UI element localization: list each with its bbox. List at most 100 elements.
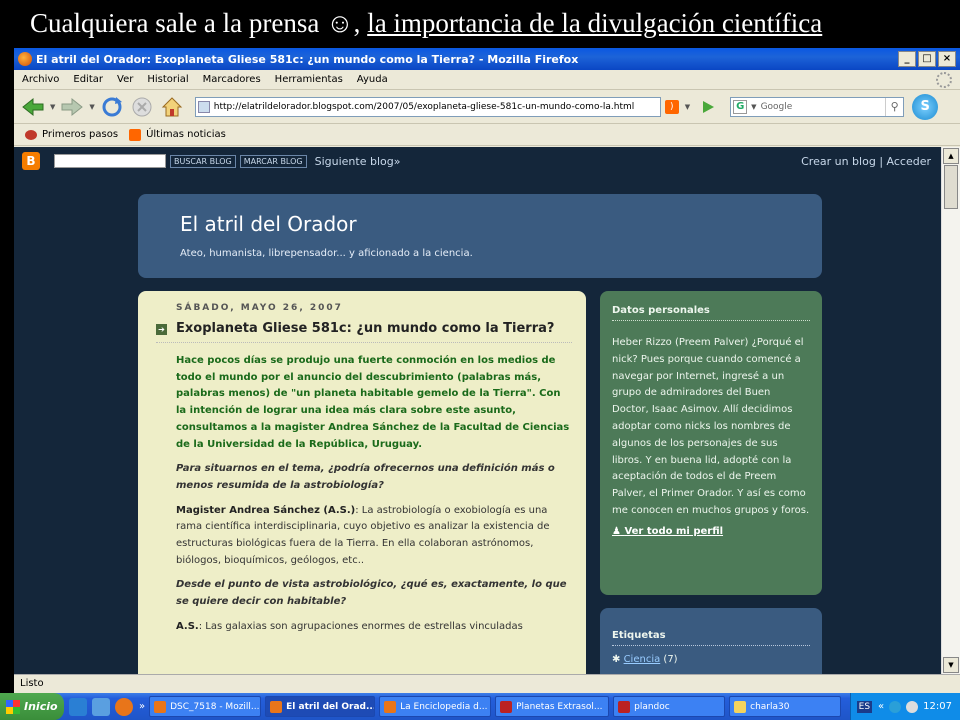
engine-dropdown-icon[interactable]: ▼ bbox=[751, 103, 756, 111]
task-enciclopedia[interactable]: La Enciclopedia d... bbox=[379, 696, 492, 717]
rss-bookmark-icon bbox=[129, 128, 142, 141]
menu-archivo[interactable]: Archivo bbox=[22, 74, 59, 85]
volume-tray-icon[interactable] bbox=[906, 700, 919, 713]
flag-blog-button[interactable]: MARCAR BLOG bbox=[239, 154, 307, 168]
reload-button[interactable] bbox=[99, 94, 125, 120]
bookmark-ultimas-noticias[interactable]: Últimas noticias bbox=[128, 128, 226, 141]
labels-widget: Etiquetas ✱ Ciencia (7) bbox=[600, 608, 822, 674]
google-engine-icon[interactable]: G bbox=[733, 99, 748, 114]
firefox-task-icon bbox=[154, 700, 167, 713]
home-icon bbox=[161, 96, 182, 116]
search-blog-button[interactable]: BUSCAR BLOG bbox=[170, 154, 236, 168]
answer-2: A.S.: Las galaxias son agrupaciones enor… bbox=[176, 619, 572, 636]
url-dropdown-icon[interactable]: ▼ bbox=[685, 103, 690, 111]
post-column: SÁBADO, MAYO 26, 2007 ➔ Exoplaneta Gliese… bbox=[138, 291, 586, 674]
page-content: B BUSCAR BLOG MARCAR BLOG Siguiente blog… bbox=[14, 147, 941, 674]
rss-feed-icon[interactable]: ) bbox=[664, 99, 679, 114]
close-button[interactable]: × bbox=[938, 51, 956, 67]
blog-search-input[interactable] bbox=[54, 154, 166, 168]
reload-icon bbox=[102, 96, 122, 116]
menu-ayuda[interactable]: Ayuda bbox=[357, 74, 388, 85]
url-text: http://elatrildelorador.blogspot.com/200… bbox=[213, 101, 635, 112]
back-dropdown-icon[interactable]: ▼ bbox=[50, 103, 55, 111]
back-arrow-icon bbox=[22, 97, 44, 116]
url-bar[interactable]: http://elatrildelorador.blogspot.com/200… bbox=[194, 96, 661, 117]
firefox-quicklaunch-icon[interactable] bbox=[115, 697, 133, 716]
menu-historial[interactable]: Historial bbox=[147, 74, 188, 85]
page-favicon-icon bbox=[197, 100, 210, 113]
labels-title: Etiquetas bbox=[612, 630, 810, 646]
search-box[interactable]: G ▼ Google ⚲ bbox=[730, 96, 905, 117]
ie-quicklaunch-icon[interactable] bbox=[69, 697, 87, 716]
blog-description: Ateo, humanista, librepensador... y afic… bbox=[180, 248, 473, 259]
back-button[interactable] bbox=[20, 94, 46, 120]
view-profile-label: Ver todo mi perfil bbox=[624, 525, 724, 537]
forward-button[interactable] bbox=[59, 94, 85, 120]
person-icon: ♟ bbox=[612, 525, 621, 537]
document-task-icon bbox=[500, 700, 513, 713]
label-link-ciencia[interactable]: Ciencia bbox=[624, 654, 661, 665]
search-magnifier-icon[interactable]: ⚲ bbox=[885, 97, 903, 116]
post-title-text: Exoplaneta Gliese 581c: ¿un mundo como l… bbox=[176, 321, 555, 336]
skype-tray-icon[interactable] bbox=[889, 700, 902, 713]
login-link[interactable]: Acceder bbox=[887, 155, 931, 168]
throbber-icon bbox=[936, 72, 952, 88]
language-indicator[interactable]: ES bbox=[856, 700, 873, 713]
post-title[interactable]: ➔ Exoplaneta Gliese 581c: ¿un mundo como … bbox=[156, 321, 572, 343]
task-atril[interactable]: El atril del Orad... bbox=[265, 696, 376, 717]
bookmark-primeros-pasos[interactable]: Primeros pasos bbox=[24, 129, 118, 141]
task-plandoc[interactable]: plandoc bbox=[613, 696, 726, 717]
minimize-button[interactable]: _ bbox=[898, 51, 916, 67]
forward-dropdown-icon[interactable]: ▼ bbox=[89, 103, 94, 111]
scroll-thumb[interactable] bbox=[944, 165, 958, 209]
task-label: La Enciclopedia d... bbox=[400, 701, 488, 712]
stop-button[interactable] bbox=[129, 94, 155, 120]
task-label: El atril del Orad... bbox=[286, 701, 376, 712]
quicklaunch-expand-icon[interactable]: » bbox=[139, 701, 145, 712]
vertical-scrollbar[interactable]: ▲ ▼ bbox=[941, 147, 960, 674]
nav-separator: | bbox=[879, 154, 884, 168]
menu-marcadores[interactable]: Marcadores bbox=[203, 74, 261, 85]
task-planetas[interactable]: Planetas Extrasol... bbox=[495, 696, 610, 717]
view-profile-link[interactable]: ♟ Ver todo mi perfil bbox=[612, 526, 810, 537]
create-blog-link[interactable]: Crear un blog bbox=[801, 155, 876, 168]
home-button[interactable] bbox=[159, 94, 185, 120]
clock[interactable]: 12:07 bbox=[923, 701, 952, 712]
scroll-down-icon[interactable]: ▼ bbox=[943, 657, 959, 673]
maximize-button[interactable]: □ bbox=[918, 51, 936, 67]
profile-title: Datos personales bbox=[612, 305, 810, 321]
taskbar: Inicio » DSC_7518 - Mozill... El atril d… bbox=[0, 693, 960, 720]
go-button[interactable] bbox=[698, 97, 718, 117]
menu-editar[interactable]: Editar bbox=[73, 74, 103, 85]
menu-ver[interactable]: Ver bbox=[117, 74, 133, 85]
status-bar: Listo bbox=[14, 674, 960, 693]
post-date: SÁBADO, MAYO 26, 2007 bbox=[176, 303, 343, 313]
task-dsc[interactable]: DSC_7518 - Mozill... bbox=[149, 696, 262, 717]
task-charla30[interactable]: charla30 bbox=[729, 696, 842, 717]
system-tray: ES « 12:07 bbox=[849, 693, 960, 720]
task-label: DSC_7518 - Mozill... bbox=[170, 701, 260, 712]
question-1: Para situarnos en el tema, ¿podría ofrec… bbox=[176, 463, 555, 491]
profile-widget: Datos personales Heber Rizzo (Preem Palv… bbox=[600, 291, 822, 595]
bookmarks-toolbar: Primeros pasos Últimas noticias bbox=[14, 124, 960, 146]
desktop-quicklaunch-icon[interactable] bbox=[92, 697, 110, 716]
skype-icon[interactable]: S bbox=[912, 93, 939, 120]
menu-herramientas[interactable]: Herramientas bbox=[275, 74, 343, 85]
folder-task-icon bbox=[734, 700, 747, 713]
windows-logo-icon bbox=[6, 699, 20, 714]
slide-title-link: la importancia de la divulgación científ… bbox=[367, 8, 823, 38]
blogger-logo-icon[interactable]: B bbox=[22, 152, 40, 170]
title-bar[interactable]: El atril del Orador: Exoplaneta Gliese 5… bbox=[14, 48, 960, 70]
navigation-toolbar: ▼ ▼ http://elatrildelorador.blogspot.com… bbox=[14, 90, 960, 124]
forward-arrow-icon bbox=[61, 97, 84, 116]
scroll-up-icon[interactable]: ▲ bbox=[943, 148, 959, 164]
answer-1: Magister Andrea Sánchez (A.S.): La astro… bbox=[176, 503, 572, 570]
menu-bar: Archivo Editar Ver Historial Marcadores … bbox=[14, 70, 960, 90]
tray-expand-icon[interactable]: « bbox=[878, 701, 884, 712]
next-blog-link[interactable]: Siguiente blog» bbox=[315, 155, 401, 168]
blog-title[interactable]: El atril del Orador bbox=[180, 212, 822, 236]
start-button[interactable]: Inicio bbox=[0, 693, 64, 720]
post-body: Hace pocos días se produjo una fuerte co… bbox=[176, 353, 572, 636]
firefox-task-icon bbox=[384, 700, 397, 713]
question-2: Desde el punto de vista astrobiológico, … bbox=[176, 579, 567, 608]
